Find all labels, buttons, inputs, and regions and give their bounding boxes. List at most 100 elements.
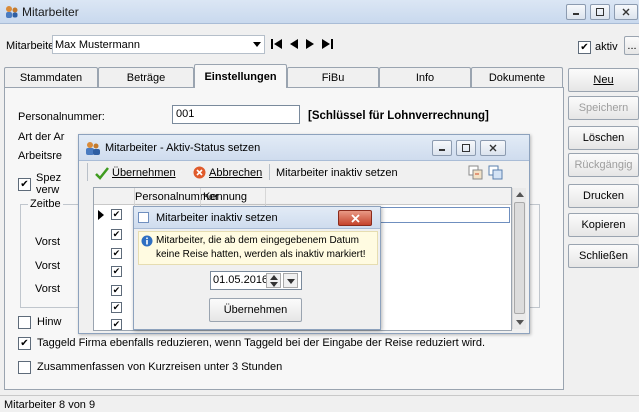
checkmark-icon <box>95 167 109 180</box>
row-checkbox[interactable]: ✔ <box>111 319 122 330</box>
toolbar-inaktiv-button[interactable]: Mitarbeiter inaktiv setzen <box>276 167 398 179</box>
grid-scrollbar[interactable] <box>512 188 526 329</box>
close-icon <box>489 144 497 152</box>
row-checkbox[interactable]: ✔ <box>111 248 122 259</box>
vorst-label-1: Vorst <box>35 236 61 248</box>
toolbar-uebernehmen-button[interactable]: Übernehmen <box>112 167 176 179</box>
tab-fibu[interactable]: FiBu <box>287 67 379 87</box>
aktiv-checkbox[interactable]: ✔ <box>578 41 591 54</box>
taggeld-checkbox[interactable]: ✔ <box>18 337 31 350</box>
row-checkbox[interactable]: ✔ <box>111 302 122 313</box>
maximize-icon <box>462 144 470 152</box>
uebernehmen-label: Übernehmen <box>112 167 176 179</box>
aktiv-dialog-close-button[interactable] <box>480 140 506 156</box>
minimize-button[interactable] <box>566 4 586 20</box>
delete-button[interactable]: Löschen <box>568 126 639 150</box>
status-text: Mitarbeiter 8 von 9 <box>4 399 96 411</box>
spez-checkbox[interactable]: ✔ <box>18 178 31 191</box>
window-title: Mitarbeiter <box>22 5 79 19</box>
toolbar-abbrechen-button[interactable]: Abbrechen <box>209 167 262 179</box>
aktiv-dialog-titlebar: Mitarbeiter - Aktiv-Status setzen <box>79 135 529 161</box>
date-dropdown-button[interactable] <box>283 273 298 288</box>
aktiv-dialog-minimize-button[interactable] <box>432 140 452 156</box>
people-app-icon <box>6 6 18 18</box>
zusammenfassen-checkbox[interactable] <box>18 361 31 374</box>
people-icon <box>86 142 100 155</box>
schluessel-note: [Schlüssel für Lohnverrechnung] <box>308 110 489 122</box>
more-button[interactable]: ... <box>624 36 639 55</box>
vorst-label-3: Vorst <box>35 283 61 295</box>
copy-icon[interactable] <box>488 165 503 180</box>
inaktiv-dialog-title: Mitarbeiter inaktiv setzen <box>156 212 278 224</box>
previous-record-icon[interactable] <box>288 38 300 50</box>
tab-einstellungen[interactable]: Einstellungen <box>194 64 287 88</box>
employee-select[interactable]: Max Mustermann <box>52 35 265 54</box>
art-label: Art der Ar <box>18 131 65 143</box>
inaktiv-dialog-close-button[interactable] <box>338 210 372 226</box>
spez-label: Spez <box>36 172 62 184</box>
inaktiv-dialog-titlebar: Mitarbeiter inaktiv setzen <box>134 207 380 229</box>
copy-button[interactable]: Kopieren <box>568 213 639 237</box>
tab-betraege[interactable]: Beträge <box>98 67 194 87</box>
row-pointer-icon <box>98 210 104 220</box>
export-icon[interactable] <box>468 165 483 180</box>
row-checkbox[interactable]: ✔ <box>111 285 122 296</box>
aktiv-dialog-title: Mitarbeiter - Aktiv-Status setzen <box>105 142 261 154</box>
inaktiv-dialog: Mitarbeiter inaktiv setzen Mitarbeiter, … <box>133 206 381 330</box>
record-navigator <box>270 38 334 50</box>
tab-dokumente[interactable]: Dokumente <box>471 67 563 87</box>
employee-value: Max Mustermann <box>55 39 140 51</box>
minimize-icon <box>573 13 579 15</box>
row-checkbox[interactable]: ✔ <box>111 209 122 220</box>
next-record-icon[interactable] <box>304 38 316 50</box>
main-titlebar: Mitarbeiter <box>0 0 639 24</box>
scroll-up-icon[interactable] <box>516 192 524 197</box>
first-record-icon[interactable] <box>270 38 284 50</box>
date-value: 01.05.2016 <box>213 274 269 286</box>
close-button[interactable] <box>614 4 638 20</box>
aktiv-dialog-maximize-button[interactable] <box>456 140 476 156</box>
taggeld-label: Taggeld Firma ebenfalls reduzieren, wenn… <box>37 337 485 349</box>
last-record-icon[interactable] <box>320 38 334 50</box>
cancel-icon <box>193 166 206 179</box>
minimize-icon <box>439 149 445 151</box>
print-button[interactable]: Drucken <box>568 184 639 208</box>
row-checkbox[interactable]: ✔ <box>111 266 122 277</box>
chevron-down-icon <box>287 279 295 284</box>
zeitbe-label: Zeitbe <box>28 198 63 210</box>
uebernehmen-button[interactable]: Übernehmen <box>209 298 302 322</box>
hinw-checkbox[interactable] <box>18 316 31 329</box>
info-icon <box>141 235 153 247</box>
personalnummer-input[interactable]: 001 <box>172 105 300 124</box>
maximize-icon <box>596 8 604 16</box>
abbrechen-label: Abbrechen <box>209 167 263 179</box>
spin-down-icon[interactable] <box>270 282 278 287</box>
date-spinner[interactable] <box>266 273 281 288</box>
zusammenfassen-label: Zusammenfassen von Kurzreisen unter 3 St… <box>37 361 283 373</box>
new-button[interactable]: Neu <box>568 68 639 92</box>
scroll-thumb[interactable] <box>514 202 525 314</box>
vorst-label-2: Vorst <box>35 260 61 272</box>
close-icon <box>350 213 360 223</box>
new-button-label: Neu <box>593 74 614 86</box>
scroll-down-icon[interactable] <box>516 320 524 325</box>
tab-info[interactable]: Info <box>379 67 471 87</box>
close-icon <box>622 8 630 16</box>
date-picker[interactable]: 01.05.2016 <box>210 271 302 290</box>
tab-stammdaten[interactable]: Stammdaten <box>4 67 98 87</box>
save-button[interactable]: Speichern <box>568 96 639 120</box>
spin-up-icon[interactable] <box>270 275 278 280</box>
row-checkbox[interactable]: ✔ <box>111 229 122 240</box>
personalnummer-label: Personalnummer: <box>18 111 105 123</box>
aktiv-label: aktiv <box>595 41 618 53</box>
close-form-button[interactable]: Schließen <box>568 244 639 268</box>
info-line-1: Mitarbeiter, die ab dem eingegebenem Dat… <box>156 235 359 246</box>
grid-header: Personalnummer Kennung <box>94 188 511 205</box>
chevron-down-icon <box>253 42 261 47</box>
maximize-button[interactable] <box>590 4 610 20</box>
spez-label-2: verw <box>36 184 60 196</box>
toolbar-grip <box>87 163 88 181</box>
toolbar-separator <box>269 164 270 180</box>
status-bar: Mitarbeiter 8 von 9 <box>0 395 639 412</box>
undo-button[interactable]: Rückgängig <box>568 153 639 177</box>
